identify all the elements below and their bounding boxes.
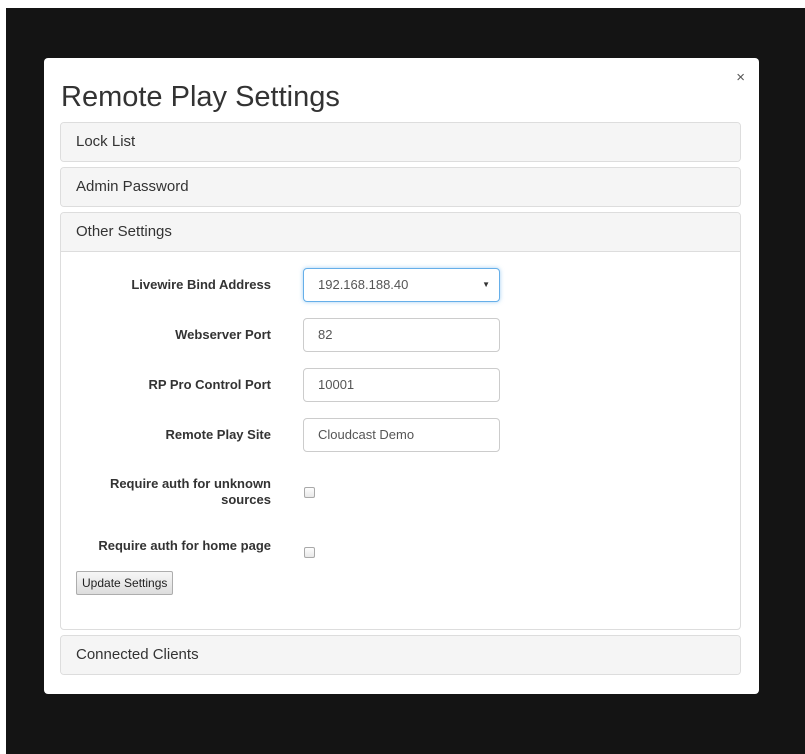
panel-connected-clients: Connected Clients (60, 635, 741, 675)
webserver-port-label: Webserver Port (175, 327, 271, 342)
panel-admin-password: Admin Password (60, 167, 741, 207)
webserver-port-input[interactable]: 82 (303, 318, 500, 352)
panel-heading-lock-list[interactable]: Lock List (61, 123, 740, 161)
require-auth-unknown-label-line1: Require auth for unknown (109, 476, 271, 491)
remote-play-settings-modal: Remote Play Settings × Lock List Admin P… (44, 58, 759, 694)
panel-other-settings: Other Settings Livewire Bind Address 192… (60, 212, 741, 630)
close-icon[interactable]: × (736, 68, 745, 88)
remote-play-site-value: Cloudcast Demo (318, 427, 415, 442)
remote-play-site-input[interactable]: Cloudcast Demo (303, 418, 500, 452)
modal-title: Remote Play Settings (61, 81, 340, 113)
rp-pro-control-port-value: 10001 (318, 377, 355, 392)
livewire-bind-address-label: Livewire Bind Address (131, 277, 271, 292)
webserver-port-value: 82 (318, 327, 333, 342)
panel-heading-admin-password[interactable]: Admin Password (61, 168, 740, 206)
update-settings-button[interactable]: Update Settings (76, 571, 174, 595)
require-auth-unknown-label-line2: sources (221, 492, 271, 507)
rp-pro-control-port-input[interactable]: 10001 (303, 368, 500, 402)
panel-heading-connected-clients[interactable]: Connected Clients (61, 636, 740, 674)
require-auth-home-label: Require auth for home page (98, 538, 271, 553)
panel-heading-other-settings[interactable]: Other Settings (61, 213, 740, 252)
rp-pro-control-port-label: RP Pro Control Port (148, 377, 271, 392)
panel-lock-list: Lock List (60, 122, 741, 162)
livewire-bind-address-value: 192.168.188.40 (318, 277, 409, 292)
remote-play-site-label: Remote Play Site (165, 427, 272, 442)
require-auth-unknown-checkbox[interactable] (304, 487, 315, 498)
require-auth-home-checkbox[interactable] (304, 547, 315, 558)
livewire-bind-address-select[interactable]: 192.168.188.40 ▼ (303, 268, 500, 302)
require-auth-unknown-label: Require auth for unknown sources (71, 476, 271, 508)
chevron-down-icon: ▼ (482, 280, 490, 289)
